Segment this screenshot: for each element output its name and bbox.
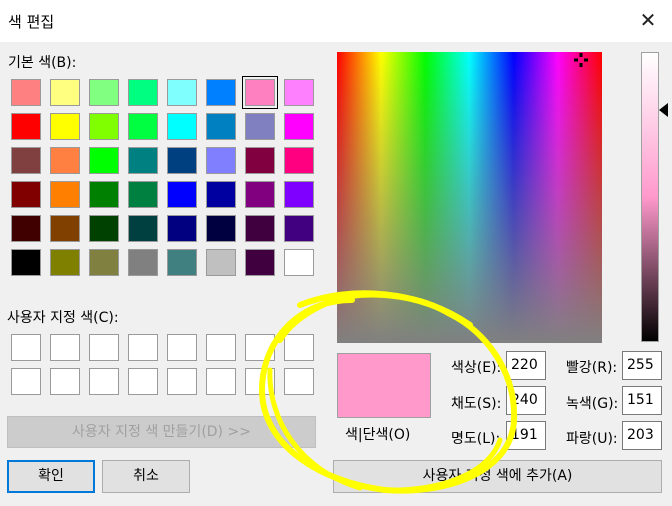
red-label: 빨강(R): — [566, 360, 618, 376]
luminance-label: 명도(L): — [451, 431, 501, 447]
basic-color-swatch[interactable] — [167, 113, 197, 140]
basic-color-swatch[interactable] — [50, 215, 80, 242]
basic-color-swatch[interactable] — [206, 147, 236, 174]
basic-color-swatch[interactable] — [50, 113, 80, 140]
custom-color-slot[interactable] — [284, 368, 314, 395]
basic-color-swatch[interactable] — [206, 215, 236, 242]
luminance-field[interactable]: 191 — [506, 421, 546, 450]
basic-color-swatch[interactable] — [284, 215, 314, 242]
custom-colors-label: 사용자 지정 색(C): — [7, 310, 119, 326]
window-title: 색 편집 — [8, 13, 55, 31]
basic-color-swatch[interactable] — [284, 147, 314, 174]
custom-color-slot[interactable] — [167, 368, 197, 395]
custom-color-slot[interactable] — [11, 368, 41, 395]
basic-color-swatch[interactable] — [206, 113, 236, 140]
basic-color-swatch[interactable] — [245, 113, 275, 140]
basic-color-swatch[interactable] — [89, 147, 119, 174]
basic-color-swatch[interactable] — [128, 249, 158, 276]
title-bar: 색 편집 ✕ — [0, 0, 672, 42]
basic-color-swatch[interactable] — [245, 147, 275, 174]
color-spectrum[interactable] — [337, 52, 602, 343]
basic-color-swatch[interactable] — [128, 181, 158, 208]
blue-label: 파랑(U): — [566, 431, 618, 447]
custom-color-slot[interactable] — [206, 334, 236, 361]
basic-color-swatch[interactable] — [284, 79, 314, 106]
hue-label: 색상(E): — [451, 360, 502, 376]
basic-color-swatch[interactable] — [89, 181, 119, 208]
basic-color-swatch[interactable] — [245, 249, 275, 276]
add-to-custom-colors-button[interactable]: 사용자 지정 색에 추가(A) — [333, 460, 662, 493]
basic-colors-label: 기본 색(B): — [8, 55, 77, 71]
basic-color-swatch[interactable] — [284, 113, 314, 140]
custom-color-slot[interactable] — [167, 334, 197, 361]
blue-field[interactable]: 203 — [622, 421, 662, 450]
custom-color-slot[interactable] — [89, 334, 119, 361]
custom-color-slot[interactable] — [50, 334, 80, 361]
basic-color-swatch[interactable] — [128, 79, 158, 106]
luminance-arrow-icon[interactable] — [659, 103, 668, 117]
basic-color-swatch[interactable] — [89, 113, 119, 140]
basic-color-swatch[interactable] — [11, 215, 41, 242]
close-icon[interactable]: ✕ — [634, 6, 662, 34]
basic-color-swatch[interactable] — [245, 181, 275, 208]
custom-color-slot[interactable] — [128, 368, 158, 395]
cancel-button[interactable]: 취소 — [102, 460, 190, 493]
define-custom-colors-button[interactable]: 사용자 지정 색 만들기(D) >> — [7, 416, 316, 448]
basic-color-swatch[interactable] — [128, 147, 158, 174]
green-field[interactable]: 151 — [622, 386, 662, 415]
basic-color-swatch[interactable] — [284, 249, 314, 276]
basic-color-swatch[interactable] — [50, 249, 80, 276]
basic-color-swatch[interactable] — [11, 147, 41, 174]
custom-color-slot[interactable] — [206, 368, 236, 395]
saturation-field[interactable]: 240 — [506, 386, 546, 415]
saturation-label: 채도(S): — [451, 396, 502, 412]
basic-color-swatch[interactable] — [11, 249, 41, 276]
basic-color-swatch[interactable] — [206, 181, 236, 208]
custom-color-slot[interactable] — [128, 334, 158, 361]
basic-color-swatch[interactable] — [50, 147, 80, 174]
basic-color-swatch[interactable] — [206, 79, 236, 106]
basic-color-swatch[interactable] — [50, 181, 80, 208]
preview-label: 색|단색(O) — [345, 427, 411, 443]
custom-color-slot[interactable] — [284, 334, 314, 361]
basic-color-swatch[interactable] — [206, 249, 236, 276]
custom-color-slot[interactable] — [50, 368, 80, 395]
hue-field[interactable]: 220 — [506, 351, 546, 380]
custom-color-slot[interactable] — [11, 334, 41, 361]
color-preview — [337, 353, 431, 418]
custom-color-slot[interactable] — [89, 368, 119, 395]
basic-color-swatch[interactable] — [89, 79, 119, 106]
basic-color-swatch[interactable] — [284, 181, 314, 208]
custom-color-slot[interactable] — [245, 368, 275, 395]
red-field[interactable]: 255 — [622, 351, 662, 380]
basic-color-swatch[interactable] — [11, 181, 41, 208]
basic-color-swatch[interactable] — [167, 79, 197, 106]
basic-color-swatch[interactable] — [89, 249, 119, 276]
basic-color-swatch[interactable] — [128, 113, 158, 140]
basic-color-swatch[interactable] — [242, 76, 278, 109]
basic-color-swatch[interactable] — [11, 79, 41, 106]
basic-color-swatch[interactable] — [128, 215, 158, 242]
ok-button[interactable]: 확인 — [7, 460, 95, 493]
basic-color-swatch[interactable] — [89, 215, 119, 242]
basic-color-swatch[interactable] — [50, 79, 80, 106]
green-label: 녹색(G): — [566, 396, 619, 412]
luminance-slider[interactable] — [641, 52, 659, 342]
basic-color-swatch[interactable] — [167, 181, 197, 208]
custom-color-slot[interactable] — [245, 334, 275, 361]
basic-color-swatch[interactable] — [245, 215, 275, 242]
basic-color-swatch[interactable] — [167, 215, 197, 242]
crosshair-icon[interactable] — [574, 53, 588, 67]
basic-color-swatch[interactable] — [167, 147, 197, 174]
basic-color-swatch[interactable] — [167, 249, 197, 276]
basic-color-swatch[interactable] — [11, 113, 41, 140]
